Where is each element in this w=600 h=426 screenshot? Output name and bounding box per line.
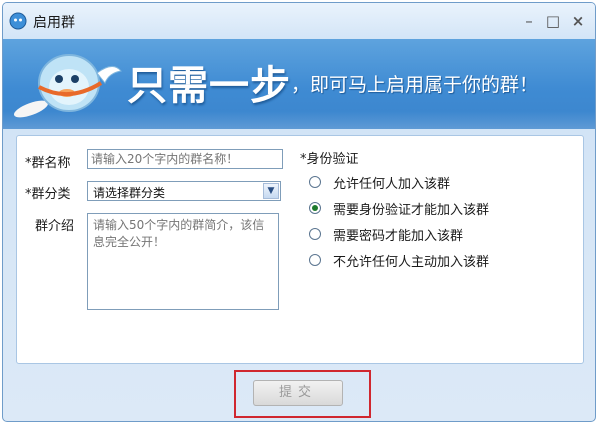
minimize-button[interactable]: – bbox=[519, 11, 539, 31]
group-category-label: *群分类 bbox=[25, 187, 71, 202]
slogan-sub: ，即可马上启用属于你的群！ bbox=[291, 74, 539, 96]
close-button[interactable]: × bbox=[568, 11, 588, 31]
maximize-button[interactable]: □ bbox=[543, 11, 563, 31]
radio-require-password[interactable] bbox=[309, 228, 321, 240]
dialog-window: 启用群 – □ × 只需一步 ，即可马上启用属于你的群！ *群名称 *群分类 请… bbox=[2, 2, 596, 422]
radio-allow-anyone[interactable] bbox=[309, 176, 321, 188]
highlight-box bbox=[234, 370, 371, 418]
radio-disallow-join[interactable] bbox=[309, 254, 321, 266]
radio-label[interactable]: 允许任何人加入该群 bbox=[333, 173, 450, 192]
title-bar: 启用群 – □ × bbox=[3, 3, 595, 39]
group-name-input[interactable] bbox=[87, 149, 283, 169]
banner: 只需一步 ，即可马上启用属于你的群！ bbox=[3, 39, 595, 129]
radio-label[interactable]: 需要身份验证才能加入该群 bbox=[333, 199, 489, 218]
qq-group-icon bbox=[9, 12, 27, 30]
category-selected-value: 请选择群分类 bbox=[93, 186, 166, 200]
radio-label[interactable]: 不允许任何人主动加入该群 bbox=[333, 251, 489, 270]
form-panel: *群名称 *群分类 请选择群分类 ▼ 群介绍 *身份验证 允许任何人加入该群 需… bbox=[16, 135, 584, 364]
penguin-mascot-icon bbox=[13, 54, 122, 118]
radio-require-auth[interactable] bbox=[309, 202, 321, 214]
group-category-select[interactable]: 请选择群分类 ▼ bbox=[87, 181, 281, 201]
window-title: 启用群 bbox=[33, 15, 75, 31]
group-name-label: *群名称 bbox=[25, 156, 71, 171]
group-intro-label: 群介绍 bbox=[35, 219, 75, 234]
group-intro-textarea[interactable] bbox=[87, 213, 279, 310]
chevron-down-icon[interactable]: ▼ bbox=[263, 183, 279, 199]
slogan-main: 只需一步 bbox=[127, 63, 291, 109]
radio-label[interactable]: 需要密码才能加入该群 bbox=[333, 225, 463, 244]
auth-label: *身份验证 bbox=[300, 152, 359, 167]
